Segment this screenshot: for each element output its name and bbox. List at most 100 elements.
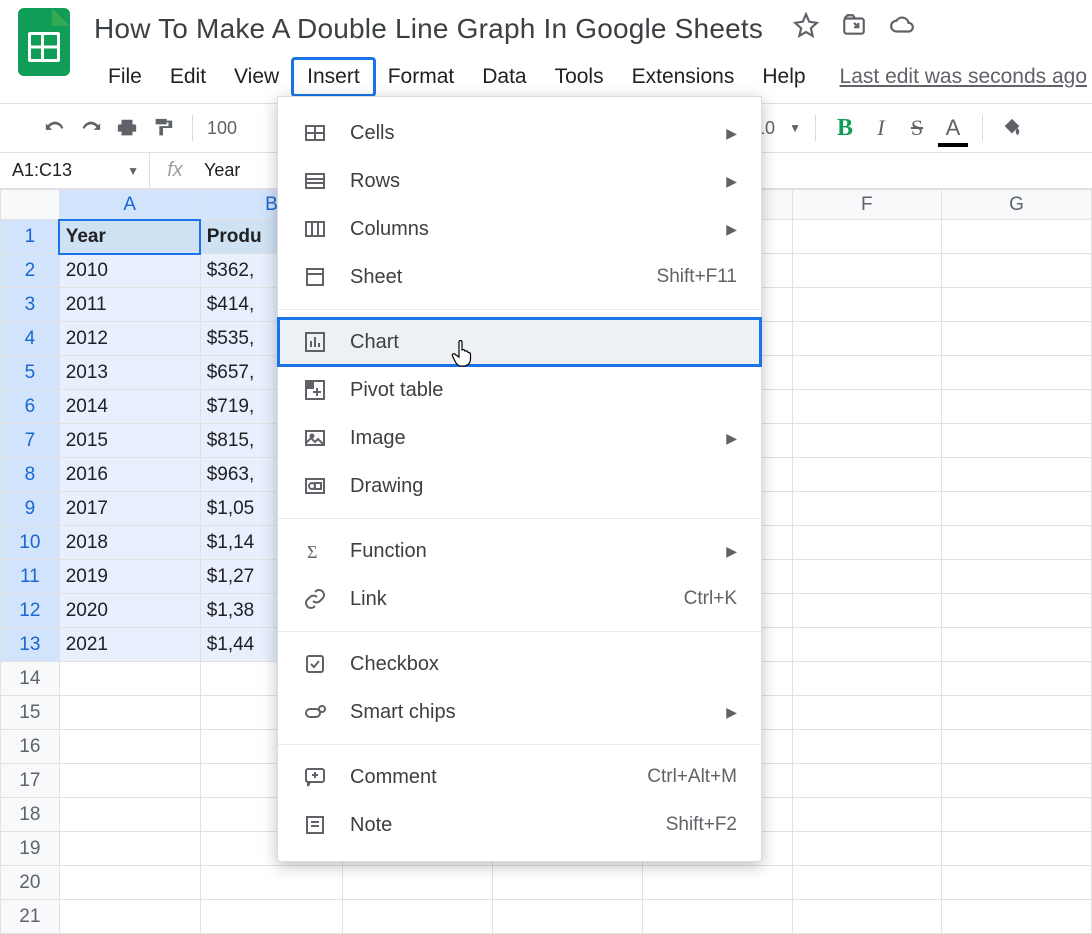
cell-A9[interactable]: 2017	[59, 492, 200, 526]
insert-menu-image[interactable]: Image▶	[278, 414, 761, 462]
paint-format-button[interactable]	[148, 113, 178, 143]
row-header-16[interactable]: 16	[1, 730, 60, 764]
row-header-11[interactable]: 11	[1, 560, 60, 594]
cell-F12[interactable]	[792, 594, 942, 628]
row-header-17[interactable]: 17	[1, 764, 60, 798]
cell-D21[interactable]	[493, 900, 643, 934]
cell-A18[interactable]	[59, 798, 200, 832]
cell-F3[interactable]	[792, 288, 942, 322]
redo-button[interactable]	[76, 113, 106, 143]
row-header-14[interactable]: 14	[1, 662, 60, 696]
cell-F2[interactable]	[792, 254, 942, 288]
row-header-15[interactable]: 15	[1, 696, 60, 730]
cell-G4[interactable]	[942, 322, 1092, 356]
menu-help[interactable]: Help	[748, 59, 819, 95]
cell-F14[interactable]	[792, 662, 942, 696]
cell-F21[interactable]	[792, 900, 942, 934]
insert-menu-chips[interactable]: Smart chips▶	[278, 688, 761, 736]
row-header-13[interactable]: 13	[1, 628, 60, 662]
cell-F11[interactable]	[792, 560, 942, 594]
cell-F19[interactable]	[792, 832, 942, 866]
insert-menu-note[interactable]: NoteShift+F2	[278, 801, 761, 849]
cell-B21[interactable]	[200, 900, 343, 934]
insert-menu-cells[interactable]: Cells▶	[278, 109, 761, 157]
cell-G14[interactable]	[942, 662, 1092, 696]
sheets-app-icon[interactable]	[18, 8, 74, 80]
row-header-12[interactable]: 12	[1, 594, 60, 628]
cell-F20[interactable]	[792, 866, 942, 900]
cell-G11[interactable]	[942, 560, 1092, 594]
cell-G15[interactable]	[942, 696, 1092, 730]
cell-G6[interactable]	[942, 390, 1092, 424]
cell-E20[interactable]	[642, 866, 792, 900]
row-header-7[interactable]: 7	[1, 424, 60, 458]
move-icon[interactable]	[841, 12, 867, 45]
cell-C21[interactable]	[343, 900, 493, 934]
insert-menu-rows[interactable]: Rows▶	[278, 157, 761, 205]
cell-A10[interactable]: 2018	[59, 526, 200, 560]
insert-menu-pivot[interactable]: Pivot table	[278, 366, 761, 414]
insert-menu-checkbox[interactable]: Checkbox	[278, 640, 761, 688]
cell-C20[interactable]	[343, 866, 493, 900]
row-header-3[interactable]: 3	[1, 288, 60, 322]
cell-F5[interactable]	[792, 356, 942, 390]
cell-B20[interactable]	[200, 866, 343, 900]
cell-F15[interactable]	[792, 696, 942, 730]
row-header-8[interactable]: 8	[1, 458, 60, 492]
strikethrough-button[interactable]: S	[902, 113, 932, 143]
menu-format[interactable]: Format	[374, 59, 469, 95]
insert-menu-sheet[interactable]: SheetShift+F11	[278, 253, 761, 301]
cell-F17[interactable]	[792, 764, 942, 798]
cell-A17[interactable]	[59, 764, 200, 798]
italic-button[interactable]: I	[866, 113, 896, 143]
row-header-20[interactable]: 20	[1, 866, 60, 900]
cell-F1[interactable]	[792, 220, 942, 254]
row-header-4[interactable]: 4	[1, 322, 60, 356]
cell-G3[interactable]	[942, 288, 1092, 322]
cell-A16[interactable]	[59, 730, 200, 764]
cell-G13[interactable]	[942, 628, 1092, 662]
insert-menu-drawing[interactable]: Drawing	[278, 462, 761, 510]
cell-A15[interactable]	[59, 696, 200, 730]
cell-F8[interactable]	[792, 458, 942, 492]
cell-G9[interactable]	[942, 492, 1092, 526]
cell-F18[interactable]	[792, 798, 942, 832]
cell-G5[interactable]	[942, 356, 1092, 390]
undo-button[interactable]	[40, 113, 70, 143]
cell-D20[interactable]	[493, 866, 643, 900]
row-header-21[interactable]: 21	[1, 900, 60, 934]
cell-G18[interactable]	[942, 798, 1092, 832]
last-edit-link[interactable]: Last edit was seconds ago	[840, 65, 1088, 89]
row-header-1[interactable]: 1	[1, 220, 60, 254]
cell-A19[interactable]	[59, 832, 200, 866]
menu-insert[interactable]: Insert	[293, 59, 374, 95]
cell-F6[interactable]	[792, 390, 942, 424]
insert-menu-link[interactable]: LinkCtrl+K	[278, 575, 761, 623]
cell-E21[interactable]	[642, 900, 792, 934]
cell-F4[interactable]	[792, 322, 942, 356]
cell-F16[interactable]	[792, 730, 942, 764]
row-header-5[interactable]: 5	[1, 356, 60, 390]
cell-F9[interactable]	[792, 492, 942, 526]
row-header-9[interactable]: 9	[1, 492, 60, 526]
star-icon[interactable]	[793, 12, 819, 45]
print-button[interactable]	[112, 113, 142, 143]
cell-A1[interactable]: Year	[59, 220, 200, 254]
text-color-button[interactable]: A	[938, 113, 968, 143]
menu-edit[interactable]: Edit	[156, 59, 220, 95]
document-title[interactable]: How To Make A Double Line Graph In Googl…	[94, 13, 763, 45]
column-header-A[interactable]: A	[59, 190, 200, 220]
zoom-select[interactable]: 100	[207, 118, 237, 139]
row-header-19[interactable]: 19	[1, 832, 60, 866]
cell-F13[interactable]	[792, 628, 942, 662]
cell-G7[interactable]	[942, 424, 1092, 458]
cell-A8[interactable]: 2016	[59, 458, 200, 492]
cloud-status-icon[interactable]	[889, 12, 915, 45]
cell-A20[interactable]	[59, 866, 200, 900]
cell-A6[interactable]: 2014	[59, 390, 200, 424]
cell-G21[interactable]	[942, 900, 1092, 934]
cell-A4[interactable]: 2012	[59, 322, 200, 356]
cell-A12[interactable]: 2020	[59, 594, 200, 628]
cell-G17[interactable]	[942, 764, 1092, 798]
cell-G2[interactable]	[942, 254, 1092, 288]
